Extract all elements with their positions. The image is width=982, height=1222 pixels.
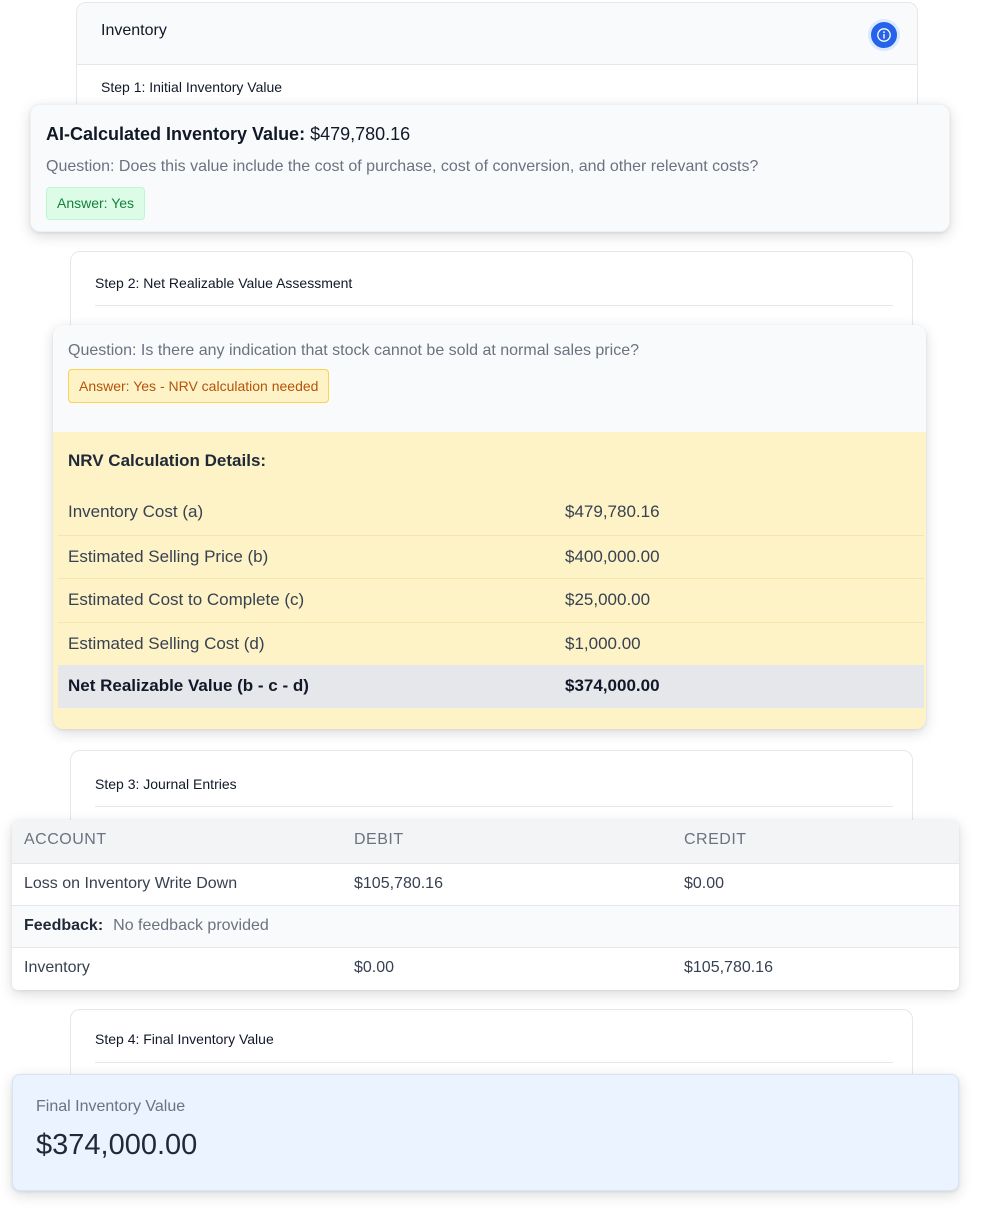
nrv-row-label: Estimated Selling Cost (d) bbox=[68, 634, 265, 653]
nrv-row-label: Inventory Cost (a) bbox=[68, 502, 204, 521]
nrv-total-row: Net Realizable Value (b - c - d) $374,00… bbox=[58, 665, 924, 708]
credit-cell: $0.00 bbox=[684, 875, 725, 892]
column-header-debit: DEBIT bbox=[354, 831, 404, 848]
debit-cell: $105,780.16 bbox=[354, 875, 443, 892]
ai-value-line: AI-Calculated Inventory Value: $479,780.… bbox=[46, 124, 410, 145]
nrv-row: Estimated Selling Cost (d) $1,000.00 bbox=[58, 622, 924, 665]
nrv-total-label: Net Realizable Value (b - c - d) bbox=[68, 676, 309, 695]
nrv-row: Estimated Cost to Complete (c) $25,000.0… bbox=[58, 578, 924, 621]
step2-question: Question: Is there any indication that s… bbox=[68, 342, 639, 359]
ai-value-label: AI-Calculated Inventory Value: bbox=[46, 124, 306, 144]
step1-answer-badge: Answer: Yes bbox=[46, 187, 146, 220]
step1-question: Question: Does this value include the co… bbox=[46, 158, 759, 175]
final-value: $374,000.00 bbox=[36, 1129, 198, 1161]
inventory-header: Inventory bbox=[77, 3, 917, 65]
nrv-row-label: Estimated Selling Price (b) bbox=[68, 547, 269, 566]
step2-label: Step 2: Net Realizable Value Assessment bbox=[95, 275, 353, 291]
step2-answer-badge: Answer: Yes - NRV calculation needed bbox=[68, 369, 330, 403]
table-row: Loss on Inventory Write Down $105,780.16… bbox=[12, 863, 959, 905]
nrv-card: Question: Is there any indication that s… bbox=[53, 325, 926, 729]
nrv-row-value: $479,780.16 bbox=[565, 502, 660, 521]
inventory-title: Inventory bbox=[101, 22, 167, 39]
nrv-row-value: $25,000.00 bbox=[565, 590, 651, 609]
feedback-label: Feedback: bbox=[24, 917, 104, 934]
divider bbox=[95, 1062, 893, 1063]
final-value-card: Final Inventory Value $374,000.00 bbox=[12, 1074, 959, 1191]
account-cell: Inventory bbox=[24, 959, 90, 976]
inventory-card: Inventory Step 1: Initial Inventory Valu… bbox=[76, 2, 918, 120]
column-header-account: ACCOUNT bbox=[24, 831, 107, 848]
feedback: Feedback: No feedback provided bbox=[24, 917, 269, 935]
feedback-text: No feedback provided bbox=[113, 917, 269, 934]
account-cell: Loss on Inventory Write Down bbox=[24, 875, 238, 892]
nrv-row: Inventory Cost (a) $479,780.16 bbox=[58, 491, 924, 534]
nrv-question-area: Question: Is there any indication that s… bbox=[53, 325, 926, 432]
nrv-row-label: Estimated Cost to Complete (c) bbox=[68, 590, 305, 609]
feedback-row: Feedback: No feedback provided bbox=[12, 905, 959, 947]
nrv-total-value: $374,000.00 bbox=[565, 676, 660, 695]
divider bbox=[95, 806, 893, 807]
step3-label: Step 3: Journal Entries bbox=[95, 776, 237, 792]
step4-label: Step 4: Final Inventory Value bbox=[95, 1031, 274, 1047]
column-header-credit: CREDIT bbox=[684, 831, 747, 848]
debit-cell: $0.00 bbox=[354, 959, 395, 976]
credit-cell: $105,780.16 bbox=[684, 959, 773, 976]
table-header: ACCOUNT DEBIT CREDIT bbox=[12, 820, 959, 863]
nrv-row-value: $1,000.00 bbox=[565, 634, 641, 653]
nrv-title: NRV Calculation Details: bbox=[68, 451, 267, 470]
ai-value: $479,780.16 bbox=[310, 124, 411, 144]
ai-value-card: AI-Calculated Inventory Value: $479,780.… bbox=[30, 104, 950, 232]
nrv-row: Estimated Selling Price (b) $400,000.00 bbox=[58, 535, 924, 578]
step1-label: Step 1: Initial Inventory Value bbox=[101, 79, 283, 95]
nrv-row-value: $400,000.00 bbox=[565, 547, 660, 566]
table-row: Inventory $0.00 $105,780.16 bbox=[12, 947, 959, 989]
journal-entries-table: ACCOUNT DEBIT CREDIT Loss on Inventory W… bbox=[12, 820, 959, 990]
info-icon[interactable] bbox=[868, 19, 900, 51]
divider bbox=[95, 305, 893, 306]
final-value-label: Final Inventory Value bbox=[36, 1098, 186, 1115]
